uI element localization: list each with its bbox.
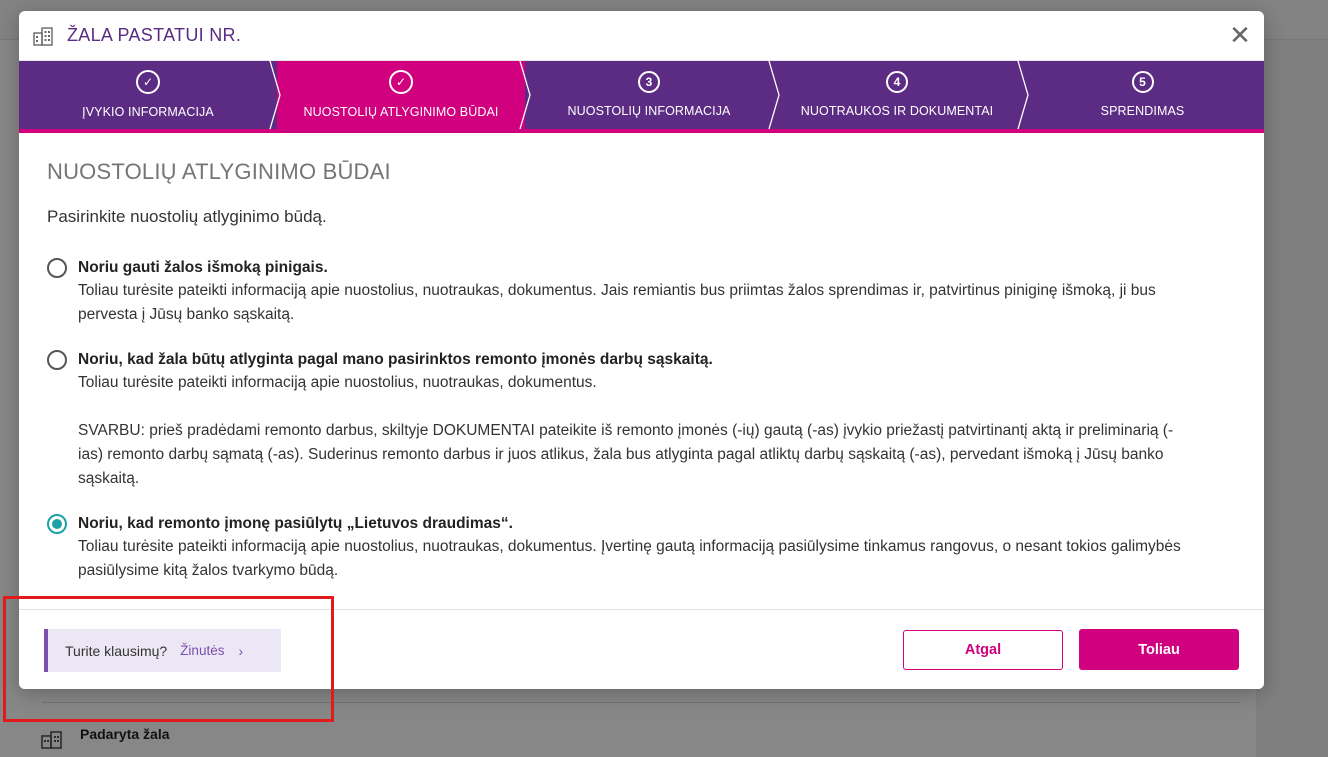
- step-number: 5: [1131, 71, 1154, 93]
- check-icon: ✓: [389, 70, 413, 94]
- annotation-highlight-box: [3, 596, 334, 722]
- step-number: 3: [638, 71, 660, 93]
- step-label: ĮVYKIO INFORMACIJA: [82, 105, 214, 119]
- radio-insurer-repair-company[interactable]: [47, 514, 67, 534]
- step-label: SPRENDIMAS: [1100, 104, 1185, 118]
- step-photos-documents[interactable]: 4 NUOTRAUKOS IR DOKUMENTAI: [773, 61, 1021, 129]
- modal-header: ŽALA PASTATUI NR. ✕: [19, 11, 1264, 61]
- step-number: 4: [886, 71, 908, 93]
- section-lead: Pasirinkite nuostolių atlyginimo būdą.: [47, 207, 327, 226]
- option-title: Noriu gauti žalos išmoką pinigais.: [78, 259, 328, 276]
- step-separator: [1017, 61, 1029, 129]
- option-insurer-repair-company[interactable]: Noriu, kad remonto įmonę pasiūlytų „Liet…: [47, 513, 1236, 583]
- option-text: Toliau turėsite pateikti informaciją api…: [78, 374, 597, 391]
- option-text: Toliau turėsite pateikti informaciją api…: [78, 282, 1156, 323]
- step-loss-info[interactable]: 3 NUOSTOLIŲ INFORMACIJA: [525, 61, 773, 129]
- step-label: NUOTRAUKOS IR DOKUMENTAI: [800, 104, 994, 118]
- check-icon: ✓: [136, 70, 160, 94]
- step-event-info[interactable]: ✓ ĮVYKIO INFORMACIJA: [19, 61, 277, 129]
- step-separator: [519, 61, 531, 129]
- step-decision[interactable]: 5 SPRENDIMAS: [1021, 61, 1264, 129]
- option-text: Toliau turėsite pateikti informaciją api…: [78, 538, 1181, 579]
- modal-title: ŽALA PASTATUI NR.: [67, 25, 242, 45]
- step-compensation-methods[interactable]: ✓ NUOSTOLIŲ ATLYGINIMO BŪDAI: [277, 61, 525, 129]
- option-title: Noriu, kad žala būtų atlyginta pagal man…: [78, 351, 713, 368]
- section-title: NUOSTOLIŲ ATLYGINIMO BŪDAI: [47, 159, 391, 184]
- close-button[interactable]: ✕: [1228, 22, 1252, 48]
- back-button[interactable]: Atgal: [903, 630, 1063, 670]
- radio-own-repair-company[interactable]: [47, 350, 67, 370]
- close-icon[interactable]: ✕: [1229, 22, 1251, 48]
- option-cash-payout[interactable]: Noriu gauti žalos išmoką pinigais. Tolia…: [47, 257, 1236, 327]
- progress-stepper: ✓ ĮVYKIO INFORMACIJA ✓ NUOSTOLIŲ ATLYGIN…: [19, 61, 1264, 133]
- modal-content[interactable]: NUOSTOLIŲ ATLYGINIMO BŪDAI Pasirinkite n…: [19, 133, 1264, 611]
- step-label: NUOSTOLIŲ INFORMACIJA: [567, 104, 731, 118]
- option-note: SVARBU: prieš pradėdami remonto darbus, …: [78, 422, 1174, 487]
- claim-modal: ŽALA PASTATUI NR. ✕ ✓ ĮVYKIO INFORMACIJA…: [19, 11, 1264, 689]
- step-label: NUOSTOLIŲ ATLYGINIMO BŪDAI: [303, 105, 499, 119]
- option-title: Noriu, kad remonto įmonę pasiūlytų „Liet…: [78, 515, 513, 532]
- step-separator: [768, 61, 780, 129]
- next-button[interactable]: Toliau: [1079, 629, 1239, 670]
- option-own-repair-company[interactable]: Noriu, kad žala būtų atlyginta pagal man…: [47, 349, 1236, 491]
- step-separator: [269, 61, 281, 129]
- radio-cash-payout[interactable]: [47, 258, 67, 278]
- building-icon: [33, 26, 53, 46]
